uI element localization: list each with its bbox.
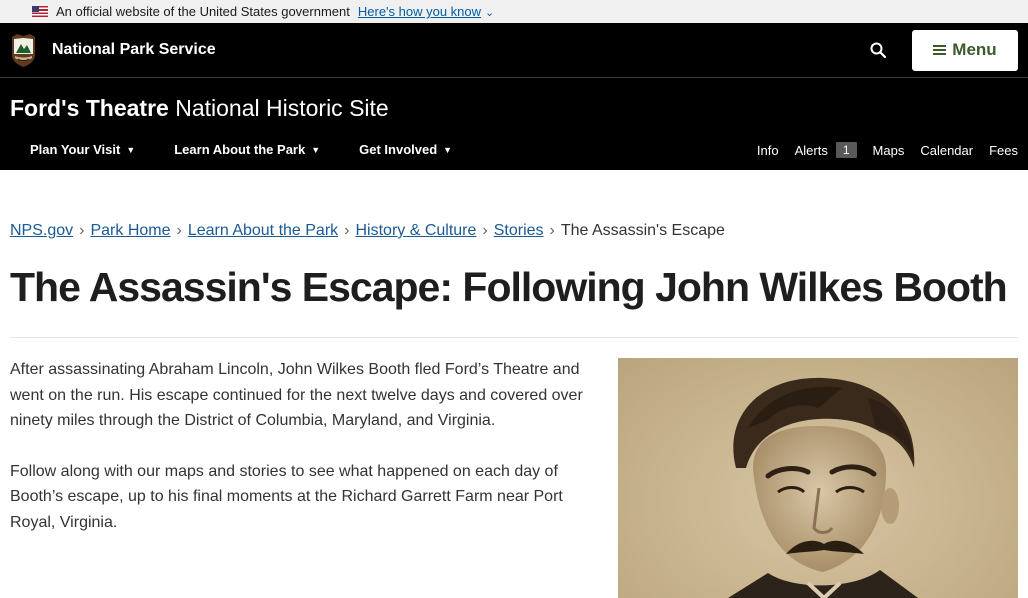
chevron-right-icon: › [79, 222, 85, 239]
nav-plan-your-visit[interactable]: Plan Your Visit ▼ [30, 142, 135, 157]
breadcrumb-park-home[interactable]: Park Home [90, 222, 170, 240]
chevron-down-icon[interactable]: ⌄ [485, 6, 494, 19]
breadcrumb-nps-gov[interactable]: NPS.gov [10, 222, 73, 240]
park-designation: National Historic Site [175, 95, 389, 121]
us-flag-icon [32, 6, 48, 17]
breadcrumb-current: The Assassin's Escape [560, 222, 725, 239]
nav-learn-about-the-park[interactable]: Learn About the Park ▼ [174, 142, 320, 157]
nav-maps[interactable]: Maps [873, 143, 905, 158]
chevron-right-icon: › [482, 222, 488, 239]
article-paragraph: Follow along with our maps and stories t… [10, 462, 563, 531]
nav-get-involved-label: Get Involved [359, 142, 438, 157]
chevron-right-icon: › [344, 222, 350, 239]
nav-learn-about-the-park-label: Learn About the Park [174, 142, 306, 157]
nav-plan-your-visit-label: Plan Your Visit [30, 142, 121, 157]
divider [10, 337, 1018, 338]
article-body: After assassinating Abraham Lincoln, Joh… [10, 357, 590, 561]
nav-info[interactable]: Info [757, 143, 779, 158]
nav-calendar[interactable]: Calendar [920, 143, 973, 158]
search-icon[interactable] [866, 38, 890, 62]
nps-home-link[interactable]: National Park Service [0, 33, 216, 67]
gov-banner-link[interactable]: Here's how you know [358, 4, 481, 19]
caret-down-icon: ▼ [126, 144, 136, 155]
park-title[interactable]: Ford's Theatre National Historic Site [10, 95, 389, 122]
article-paragraph: After assassinating Abraham Lincoln, Joh… [10, 361, 583, 430]
hamburger-icon [933, 43, 947, 57]
park-nav-primary: Plan Your Visit ▼ Learn About the Park ▼… [30, 142, 491, 157]
caret-down-icon: ▼ [443, 144, 453, 155]
chevron-right-icon: › [549, 222, 555, 239]
nps-tools: Menu [866, 29, 1028, 71]
gov-banner: An official website of the United States… [0, 0, 1028, 23]
park-nav-secondary: Info Alerts 1 Maps Calendar Fees [741, 142, 1018, 158]
booth-portrait-image [618, 358, 1018, 598]
nav-alerts[interactable]: Alerts 1 [795, 142, 857, 158]
portrait-illustration [728, 377, 918, 598]
park-name: Ford's Theatre [10, 95, 169, 121]
nav-alerts-label: Alerts [794, 142, 828, 158]
nav-get-involved[interactable]: Get Involved ▼ [359, 142, 452, 157]
nps-arrowhead-icon [12, 34, 35, 67]
alerts-count-badge: 1 [835, 142, 857, 158]
caret-down-icon: ▼ [311, 144, 321, 155]
breadcrumb: NPS.gov › Park Home › Learn About the Pa… [10, 222, 725, 240]
menu-button-label: Menu [952, 40, 997, 59]
nps-brand-name: National Park Service [52, 41, 216, 58]
chevron-right-icon: › [176, 222, 182, 239]
breadcrumb-learn-about-the-park[interactable]: Learn About the Park [188, 222, 338, 240]
menu-button[interactable]: Menu [912, 29, 1018, 71]
breadcrumb-stories[interactable]: Stories [494, 222, 544, 240]
park-header: Ford's Theatre National Historic Site Pl… [0, 78, 1028, 170]
nav-fees[interactable]: Fees [989, 143, 1018, 158]
gov-banner-text: An official website of the United States… [56, 4, 350, 19]
page-title: The Assassin's Escape: Following John Wi… [10, 264, 1008, 310]
breadcrumb-history-culture[interactable]: History & Culture [355, 222, 476, 240]
nps-header: National Park Service Menu [0, 23, 1028, 78]
